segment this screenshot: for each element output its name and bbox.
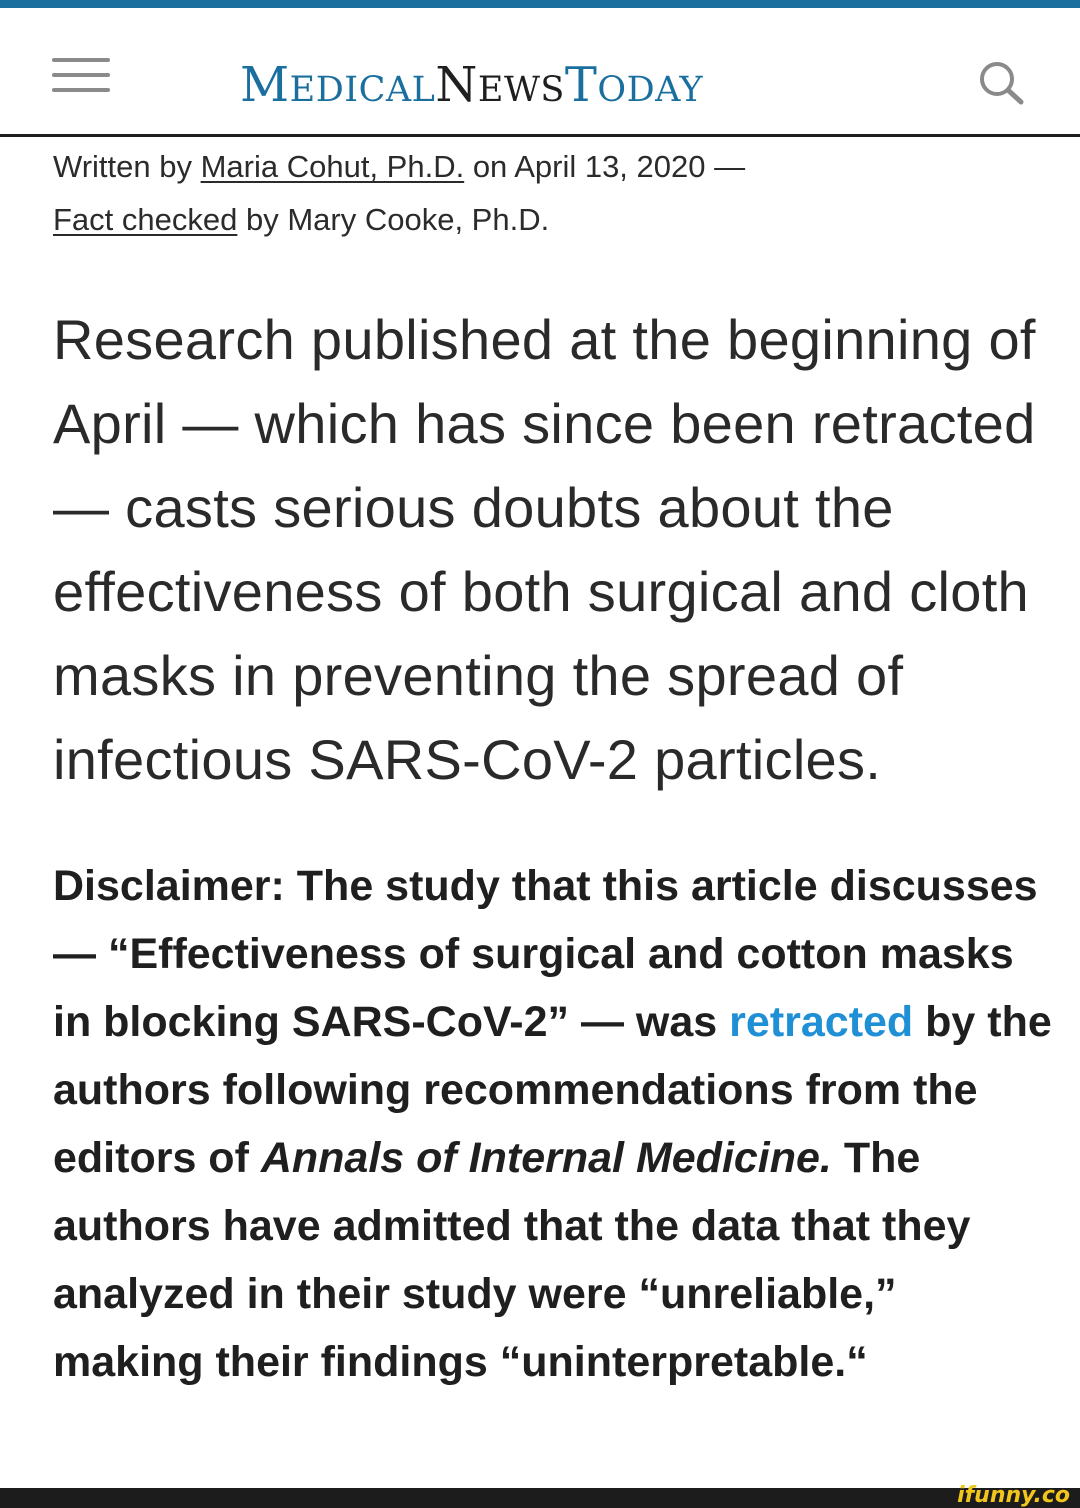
menu-line [52, 58, 110, 62]
fact-checked-link[interactable]: Fact checked [53, 202, 237, 237]
byline-date: on April 13, 2020 — [464, 149, 746, 184]
journal-name: Annals of Internal Medicine. [260, 1134, 832, 1182]
article-byline: Written by Maria Cohut, Ph.D. on April 1… [53, 140, 1053, 246]
article-lead: Research published at the beginning of A… [53, 308, 1036, 791]
menu-line [52, 88, 110, 92]
logo-text: ODAY [597, 70, 704, 110]
site-header: MEDICALNEWSTODAY [0, 8, 1080, 136]
logo-letter: T [564, 57, 598, 113]
header-divider [0, 134, 1080, 137]
search-icon-graphic [980, 62, 1024, 105]
search-icon[interactable] [975, 58, 1029, 108]
hamburger-menu-icon[interactable] [52, 58, 110, 102]
logo-letter: N [435, 57, 478, 113]
byline-prefix: Written by [53, 149, 201, 184]
retracted-link[interactable]: retracted [729, 998, 913, 1046]
logo-letter: M [240, 57, 290, 113]
fact-checker: by Mary Cooke, Ph.D. [237, 202, 550, 237]
watermark-logo: ifunny.co [957, 1483, 1070, 1508]
footer-bar [0, 1488, 1080, 1508]
site-logo[interactable]: MEDICALNEWSTODAY [240, 55, 703, 115]
top-accent-bar [0, 0, 1080, 8]
logo-text: EDICAL [289, 70, 436, 110]
author-link[interactable]: Maria Cohut, Ph.D. [201, 149, 465, 184]
logo-text: EWS [477, 70, 565, 110]
menu-line [52, 73, 110, 77]
article-disclaimer: Disclaimer: The study that this article … [53, 852, 1053, 1396]
